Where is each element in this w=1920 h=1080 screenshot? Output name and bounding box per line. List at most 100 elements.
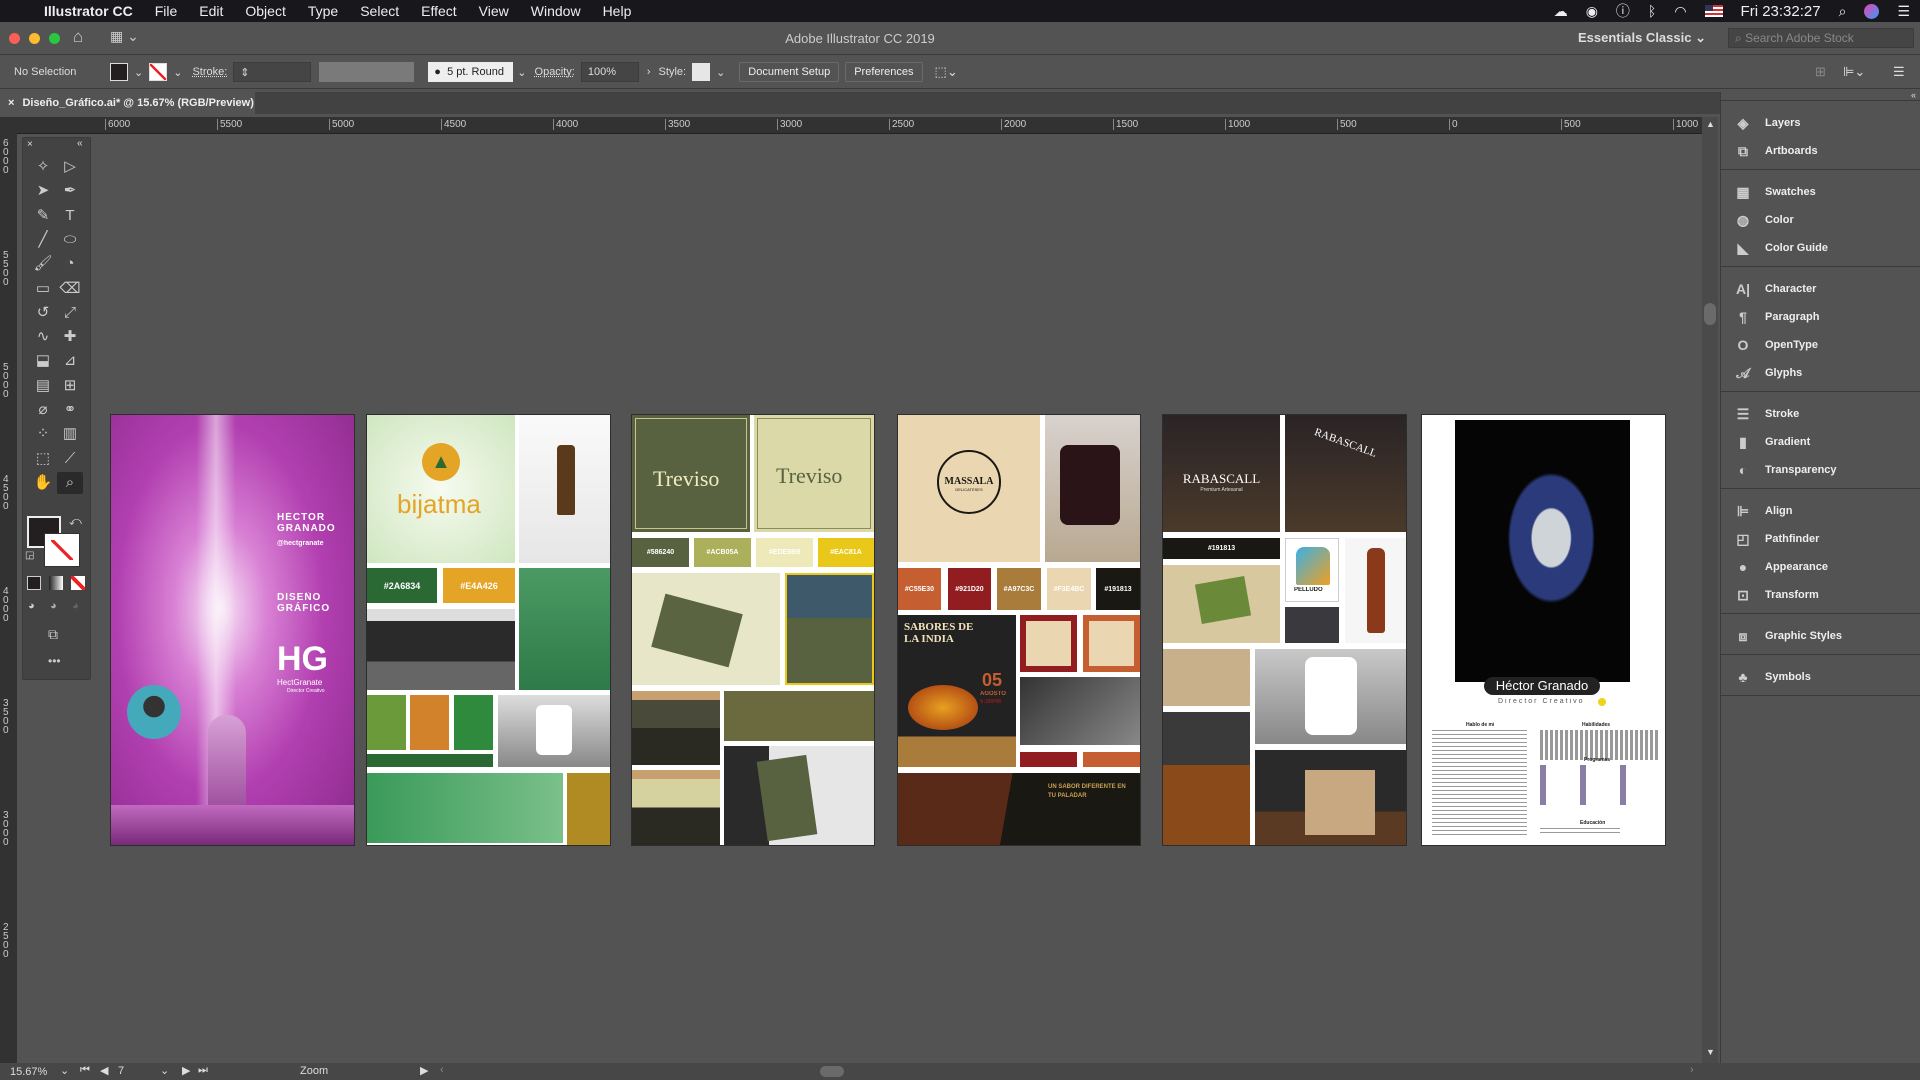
mesh-tool[interactable]: ⊞ — [57, 375, 83, 397]
menu-type[interactable]: Type — [308, 3, 338, 19]
align-options-icon[interactable]: ⊫⌄ — [1843, 64, 1865, 80]
hand-tool[interactable]: ✋ — [30, 472, 56, 494]
vertical-scrollbar[interactable]: ▲ ▼ — [1702, 117, 1718, 1063]
none-mode-button[interactable] — [71, 576, 85, 590]
swap-colors-icon[interactable]: ⤺ — [69, 514, 82, 529]
power-icon[interactable]: ⓘ — [1616, 1, 1630, 21]
blob-brush-tool[interactable]: ◔ — [57, 253, 83, 275]
perspective-grid-tool[interactable]: ⊿ — [57, 350, 83, 372]
next-artboard-button[interactable]: ▶ — [182, 1064, 190, 1077]
first-artboard-button[interactable]: ⏮ — [80, 1064, 90, 1077]
shape-builder-tool[interactable]: ⬓ — [30, 350, 56, 372]
fill-dropdown[interactable]: ⌄ — [134, 66, 143, 79]
pen-tool[interactable]: ✒ — [57, 180, 83, 202]
panel-pathfinder[interactable]: ◰ Pathfinder — [1721, 525, 1920, 553]
panel-color[interactable]: ◍ Color — [1721, 206, 1920, 234]
fill-swatch[interactable] — [110, 63, 128, 81]
artboard-number-input[interactable]: 7 — [118, 1065, 124, 1077]
rectangle-tool[interactable]: ▭ — [30, 278, 56, 300]
paintbrush-tool[interactable]: 🖌 — [30, 253, 56, 275]
opacity-label[interactable]: Opacity: — [535, 66, 575, 78]
zoom-tool[interactable]: ⌕ — [57, 471, 83, 494]
preferences-button[interactable]: Preferences — [845, 62, 923, 82]
menu-view[interactable]: View — [479, 3, 509, 19]
scale-tool[interactable]: ⤢ — [57, 302, 83, 324]
rotate-tool[interactable]: ↺ — [30, 302, 56, 324]
panel-glyphs[interactable]: 𝒜 Glyphs — [1721, 359, 1920, 387]
artboard-portfolio-cover[interactable]: HÉCTOR GRANADO @hectgranate DISEÑO GRÁFI… — [111, 415, 354, 845]
panel-appearance[interactable]: ● Appearance — [1721, 553, 1920, 581]
scroll-up-icon[interactable]: ▲ — [1706, 119, 1715, 129]
panel-swatches[interactable]: ▦ Swatches — [1721, 178, 1920, 206]
draw-inside-icon[interactable]: ◕ — [72, 600, 79, 612]
panel-stroke[interactable]: ☰ Stroke — [1721, 400, 1920, 428]
artboard-bijatma[interactable]: ▲ bijatma #2A6834 #E4A426 — [367, 415, 610, 845]
control-menu-icon[interactable]: ☰ — [1893, 64, 1905, 80]
slice-tool[interactable]: ⟋ — [57, 448, 83, 470]
status-menu-arrow[interactable]: ▶ — [420, 1064, 428, 1077]
menu-select[interactable]: Select — [360, 3, 399, 19]
workspace-switcher[interactable]: Essentials Classic ⌄ — [1578, 30, 1706, 46]
panel-artboards[interactable]: ⧉ Artboards — [1721, 137, 1920, 165]
flag-input-icon[interactable] — [1704, 5, 1723, 17]
app-menu[interactable]: Illustrator CC — [44, 3, 133, 19]
panel-transform[interactable]: ⊡ Transform — [1721, 581, 1920, 609]
last-artboard-button[interactable]: ⏭ — [198, 1064, 208, 1077]
edit-toolbar-icon[interactable]: ••• — [48, 654, 61, 668]
scroll-thumb[interactable] — [1704, 303, 1716, 325]
notification-center-icon[interactable]: ☰ — [1897, 3, 1910, 20]
arrange-panels-icon[interactable]: ⊞ — [1815, 64, 1826, 80]
color-mode-button[interactable] — [27, 576, 41, 590]
stroke-dropdown[interactable]: ⌄ — [173, 66, 182, 79]
artboard-cv[interactable]: Héctor Granado Director Creativo Hablo d… — [1422, 415, 1665, 845]
collapse-dock-icon[interactable]: « — [1911, 90, 1916, 100]
horizontal-ruler[interactable]: 6000 5500 5000 4500 4000 3500 3000 2500 2000 1500… — [17, 117, 1702, 134]
magic-wand-tool[interactable]: ✧ — [30, 156, 56, 178]
variable-width-profile[interactable] — [319, 62, 415, 82]
creative-cloud-icon[interactable]: ☁ — [1554, 3, 1568, 20]
artboard-tool[interactable]: ⬚ — [30, 448, 56, 470]
panel-align[interactable]: ⊫ Align — [1721, 497, 1920, 525]
spotlight-icon[interactable]: ⌕ — [1839, 3, 1847, 20]
curvature-tool[interactable]: ✎ — [30, 205, 56, 227]
artboard-treviso[interactable]: Treviso Treviso #586240 #ACB05A #EDE9B9 … — [632, 415, 874, 845]
draw-normal-icon[interactable]: ◕ — [28, 600, 35, 612]
close-tools-icon[interactable]: × — [27, 139, 33, 150]
default-colors-icon[interactable]: ◲ — [25, 550, 34, 561]
draw-behind-icon[interactable]: ◕ — [50, 600, 57, 612]
menu-effect[interactable]: Effect — [421, 3, 457, 19]
eraser-tool[interactable]: ⌫ — [57, 278, 83, 300]
menu-help[interactable]: Help — [603, 3, 632, 19]
collapse-tools-icon[interactable]: « — [77, 138, 83, 149]
select-similar-icon[interactable]: ⬚⌄ — [935, 64, 958, 80]
app-status-icon[interactable]: ◉ — [1586, 3, 1598, 20]
direct-selection-tool[interactable]: ▷ — [57, 156, 83, 178]
menu-window[interactable]: Window — [531, 3, 581, 19]
scroll-down-icon[interactable]: ▼ — [1706, 1047, 1715, 1057]
opacity-input[interactable]: 100% — [580, 62, 639, 82]
menu-edit[interactable]: Edit — [199, 3, 223, 19]
panel-symbols[interactable]: ♣ Symbols — [1721, 663, 1920, 691]
document-setup-button[interactable]: Document Setup — [739, 62, 840, 82]
previous-artboard-button[interactable]: ◀ — [100, 1064, 108, 1077]
stroke-weight-input[interactable]: ⇕ — [233, 62, 312, 82]
warp-tool[interactable]: ∿ — [30, 326, 56, 348]
panel-character[interactable]: A| Character — [1721, 275, 1920, 303]
bluetooth-icon[interactable]: ᛒ — [1648, 3, 1656, 19]
add-anchor-tool[interactable]: ➤ — [30, 180, 56, 202]
gradient-mode-button[interactable] — [49, 576, 63, 590]
menu-file[interactable]: File — [155, 3, 178, 19]
stock-search-input[interactable]: ⌕ Search Adobe Stock — [1728, 28, 1914, 48]
panel-graphic-styles[interactable]: ⧈ Graphic Styles — [1721, 622, 1920, 650]
style-dropdown[interactable]: ⌄ — [716, 66, 725, 79]
opacity-expand[interactable]: › — [647, 66, 651, 78]
eyedropper-tool[interactable]: ⌀ — [30, 399, 56, 421]
stroke-color-box[interactable] — [44, 533, 80, 567]
document-tab[interactable]: × Diseño_Gráfico.ai* @ 15.67% (RGB/Previe… — [0, 92, 255, 114]
symbol-sprayer-tool[interactable]: ⁘ — [30, 423, 56, 445]
horizontal-scroll-thumb[interactable] — [820, 1066, 844, 1077]
close-tab-icon[interactable]: × — [8, 97, 14, 109]
brush-definition[interactable]: ● 5 pt. Round — [428, 62, 514, 82]
artboard-rabascall[interactable]: RABASCALL Premium Artesanal RABASCALL #19… — [1163, 415, 1406, 845]
clock[interactable]: Fri 23:32:27 — [1741, 3, 1821, 20]
